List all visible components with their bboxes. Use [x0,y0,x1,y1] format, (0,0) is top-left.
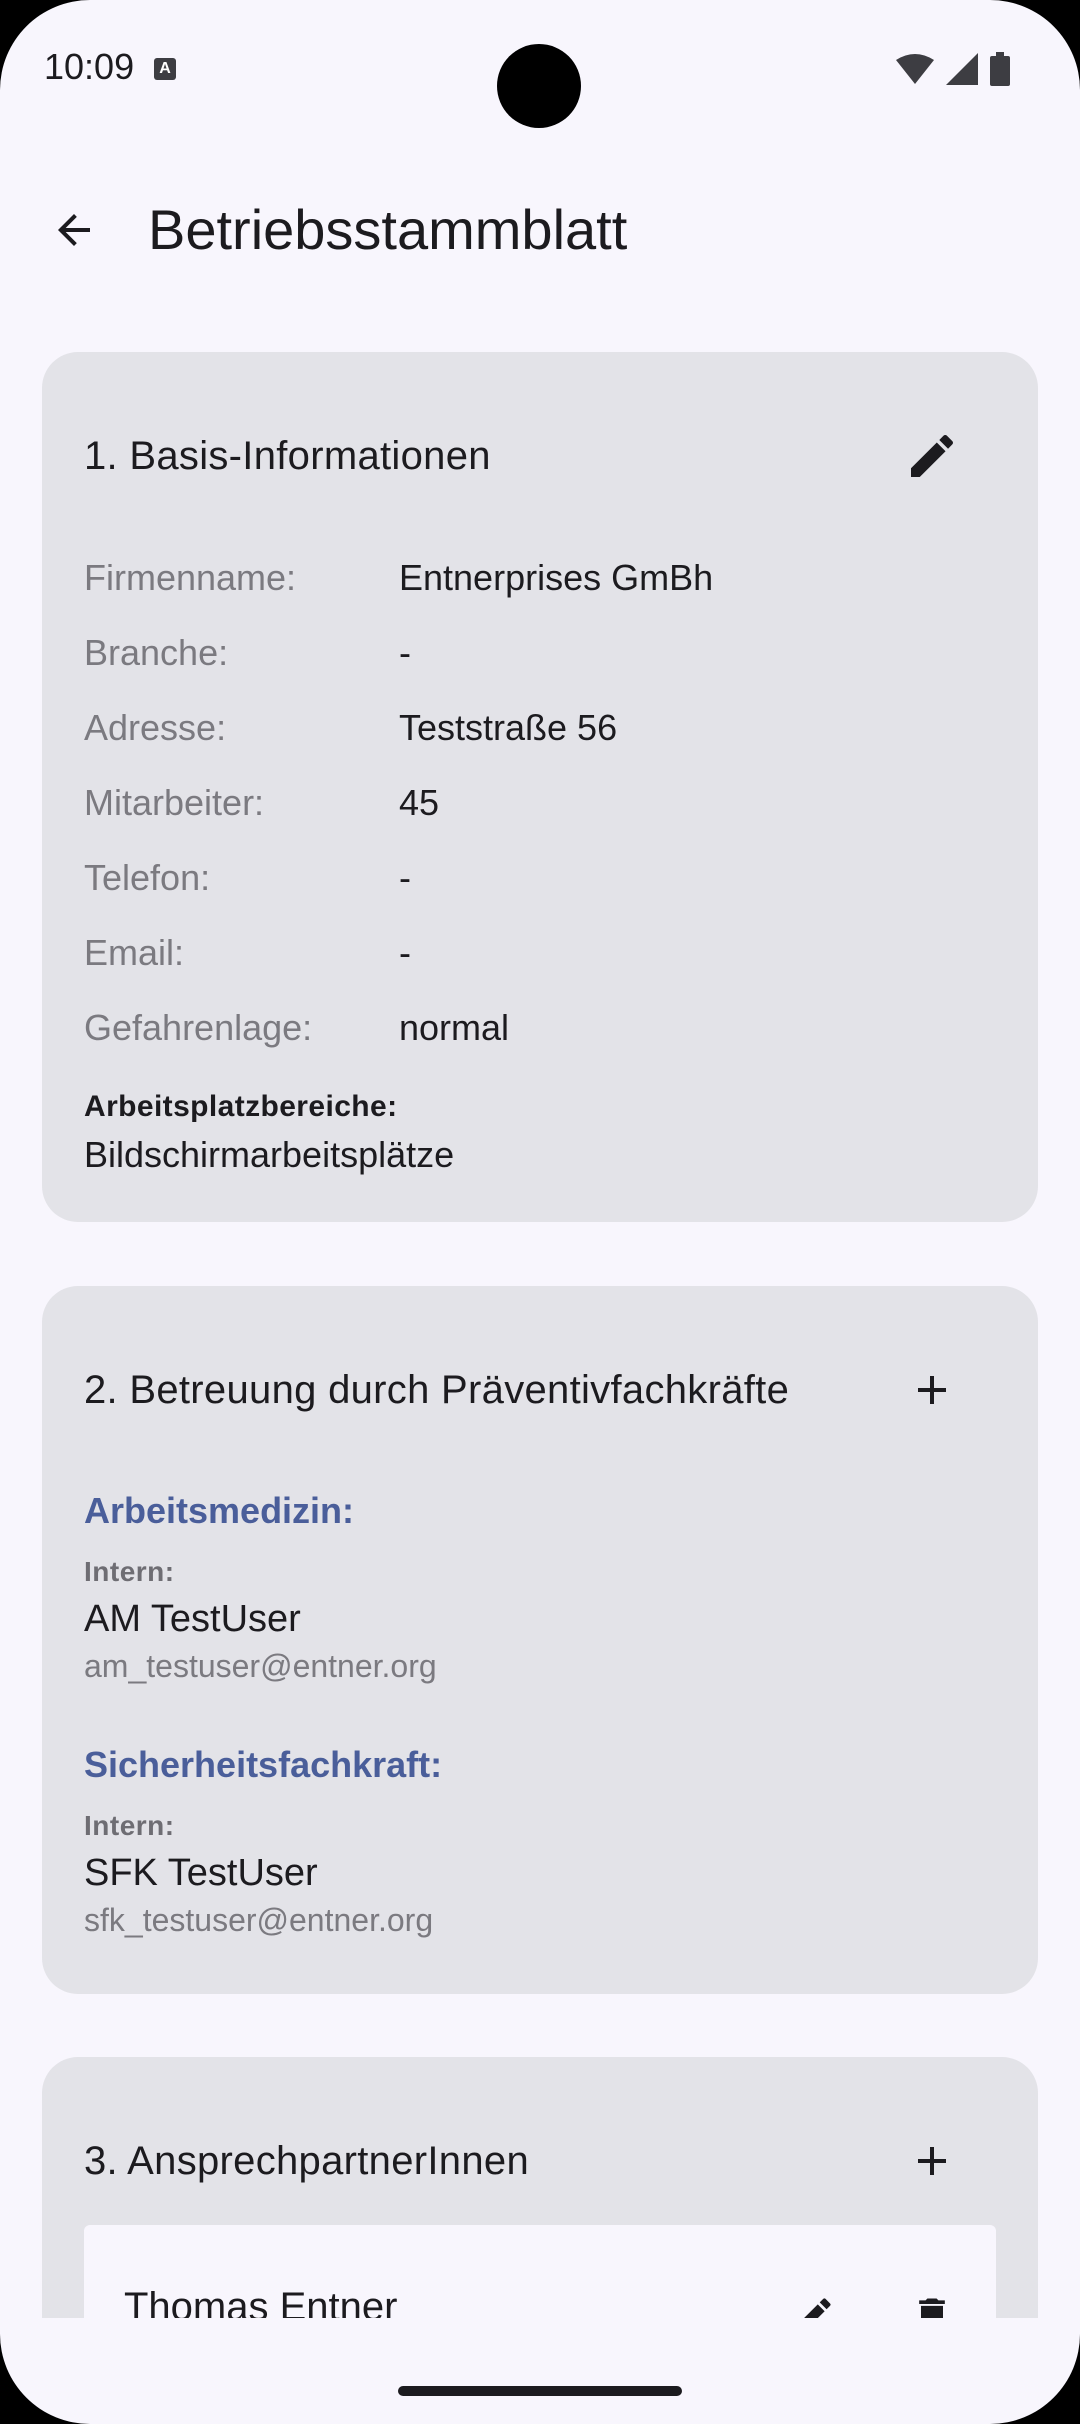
sicherheitsfachkraft-heading: Sicherheitsfachkraft: [84,1744,443,1785]
row-value-email: - [399,932,411,973]
row-label-email: Email: [84,932,185,973]
edit-icon [911,434,954,477]
scroll-content[interactable]: 1. Basis-Informationen Firmenname: Entne… [0,0,1080,2318]
plus-icon [918,2147,946,2175]
row-label-branche: Branche: [84,632,229,673]
contact-name: Thomas Entner [124,2285,398,2318]
areas-value: Bildschirmarbeitsplätze [84,1134,455,1175]
row-value-firmenname: Entnerprises GmBh [399,557,714,598]
edit-icon [804,2298,831,2318]
plus-icon [918,1376,946,1404]
add-contact-button[interactable] [892,2121,972,2201]
arbeitsmedizin-email: am_testuser@entner.org [84,1648,437,1684]
arbeitsmedizin-heading: Arbeitsmedizin: [84,1490,355,1531]
basis-title: 1. Basis-Informationen [84,434,491,478]
row-label-gefahrenlage: Gefahrenlage: [84,1007,313,1048]
sicherheitsfachkraft-type: Intern: [84,1810,175,1841]
arbeitsmedizin-type: Intern: [84,1556,175,1587]
row-value-adresse: Teststraße 56 [399,707,618,748]
home-indicator[interactable] [398,2386,682,2396]
add-betreuung-button[interactable] [892,1350,972,1430]
ansprechpartner-card: 3. AnsprechpartnerInnen Thomas Entner [42,2057,1038,2318]
edit-basis-button[interactable] [892,416,972,496]
sicherheitsfachkraft-email: sfk_testuser@entner.org [84,1902,434,1938]
row-value-branche: - [399,632,411,673]
basis-card: 1. Basis-Informationen Firmenname: Entne… [42,352,1038,1222]
areas-label: Arbeitsplatzbereiche: [84,1090,398,1123]
row-label-mitarbeiter: Mitarbeiter: [84,782,265,823]
ansprechpartner-title: 3. AnsprechpartnerInnen [84,2139,529,2183]
arbeitsmedizin-name: AM TestUser [84,1598,301,1640]
betreuung-card: 2. Betreuung durch Präventivfachkräfte A… [42,1286,1038,1994]
row-value-mitarbeiter: 45 [399,782,440,823]
app-screen: 10:09 A Betriebsstammblatt 1. Basis-Info… [0,0,1080,2424]
row-label-telefon: Telefon: [84,857,211,898]
sicherheitsfachkraft-name: SFK TestUser [84,1852,318,1894]
row-label-firmenname: Firmenname: [84,557,297,598]
betreuung-title: 2. Betreuung durch Präventivfachkräfte [84,1368,790,1412]
contact-list-item[interactable]: Thomas Entner [84,2225,996,2318]
row-value-telefon: - [399,857,411,898]
delete-icon [919,2298,945,2318]
delete-contact-button[interactable] [892,2275,972,2318]
edit-contact-button[interactable] [774,2275,854,2318]
row-label-adresse: Adresse: [84,707,227,748]
row-value-gefahrenlage: normal [399,1007,510,1048]
